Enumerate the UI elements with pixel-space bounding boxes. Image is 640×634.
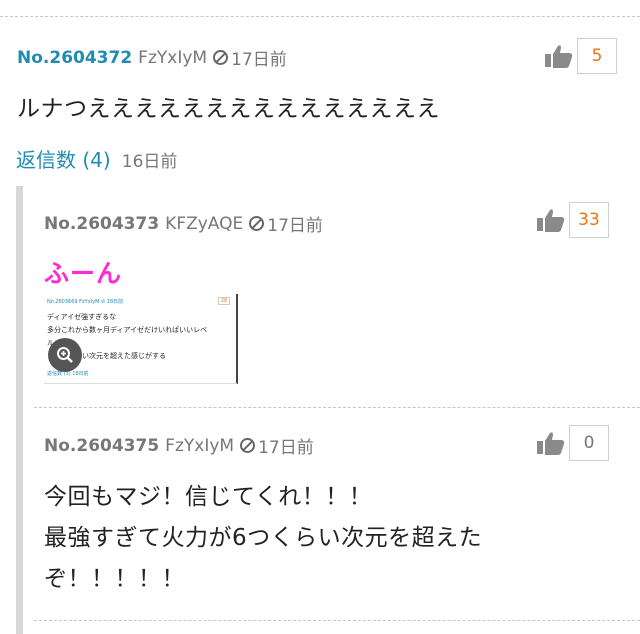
thumbnail-line: くらい次元を超えた感じがする <box>68 352 166 360</box>
comment-number-link[interactable]: No.2604372 <box>17 48 132 68</box>
like-widget: 33 <box>536 202 609 238</box>
thumbnail-line: ディアイゼ強すぎるな <box>47 313 117 321</box>
image-thumbnail[interactable]: No.2603669 FzYxIyM ⊘ 18日前 28 ディアイゼ強すぎるな … <box>44 294 238 384</box>
post-time: 17日前 <box>258 438 314 458</box>
thread-bar <box>16 186 23 634</box>
replies-row: 返信数 (4) 16日前 <box>16 144 177 173</box>
ban-icon[interactable] <box>249 216 265 231</box>
ban-icon[interactable] <box>240 438 256 453</box>
reply-number-link[interactable]: No.2604373 <box>44 214 159 234</box>
post-time: 17日前 <box>231 50 287 70</box>
comment-text: ルナつえええええええええええええええ <box>17 96 440 122</box>
replies-time: 16日前 <box>121 152 178 172</box>
post-time: 17日前 <box>267 216 323 236</box>
top-divider <box>0 16 640 17</box>
comment-meta: No.2604372 FzYxIyM 17日前 <box>17 45 287 71</box>
thumbs-up-icon[interactable] <box>544 43 574 69</box>
thumbnail-line: 多分これから数ヶ月ディアイゼだけいればいいレベ <box>47 326 208 334</box>
thumbnail-like-count: 28 <box>218 297 230 305</box>
like-count: 33 <box>569 202 609 238</box>
like-count: 0 <box>569 425 609 461</box>
reply-divider <box>34 407 640 408</box>
reply-meta: No.2604375 FzYxIyM 17日前 <box>44 433 314 459</box>
like-widget: 0 <box>536 425 609 461</box>
thumbs-up-icon[interactable] <box>536 207 566 233</box>
replies-count-link[interactable]: 返信数 (4) <box>16 148 111 172</box>
user-id[interactable]: FzYxIyM <box>165 436 234 456</box>
reply-number-link[interactable]: No.2604375 <box>44 436 159 456</box>
like-count: 5 <box>577 38 617 74</box>
bottom-divider <box>34 620 640 621</box>
reply-text-line: 今回もマジ！信じてくれ！！！ <box>44 484 373 510</box>
zoom-in-button[interactable] <box>48 338 82 372</box>
user-id[interactable]: FzYxIyM <box>138 48 207 68</box>
user-id[interactable]: KFZyAQE <box>165 214 243 234</box>
reply-text-line: 最強すぎて火力が6つくらい次元を超えた <box>44 525 483 551</box>
thumbnail-header: No.2603669 FzYxIyM ⊘ 18日前 <box>47 299 124 305</box>
reply-meta: No.2604373 KFZyAQE 17日前 <box>44 211 323 237</box>
reply-text-line: ぞ！！！！！ <box>44 566 185 592</box>
like-widget: 5 <box>544 38 617 74</box>
thumbs-up-icon[interactable] <box>536 430 566 456</box>
reply-text: ふーん <box>44 259 123 288</box>
ban-icon[interactable] <box>213 50 229 65</box>
zoom-in-icon <box>57 347 73 363</box>
